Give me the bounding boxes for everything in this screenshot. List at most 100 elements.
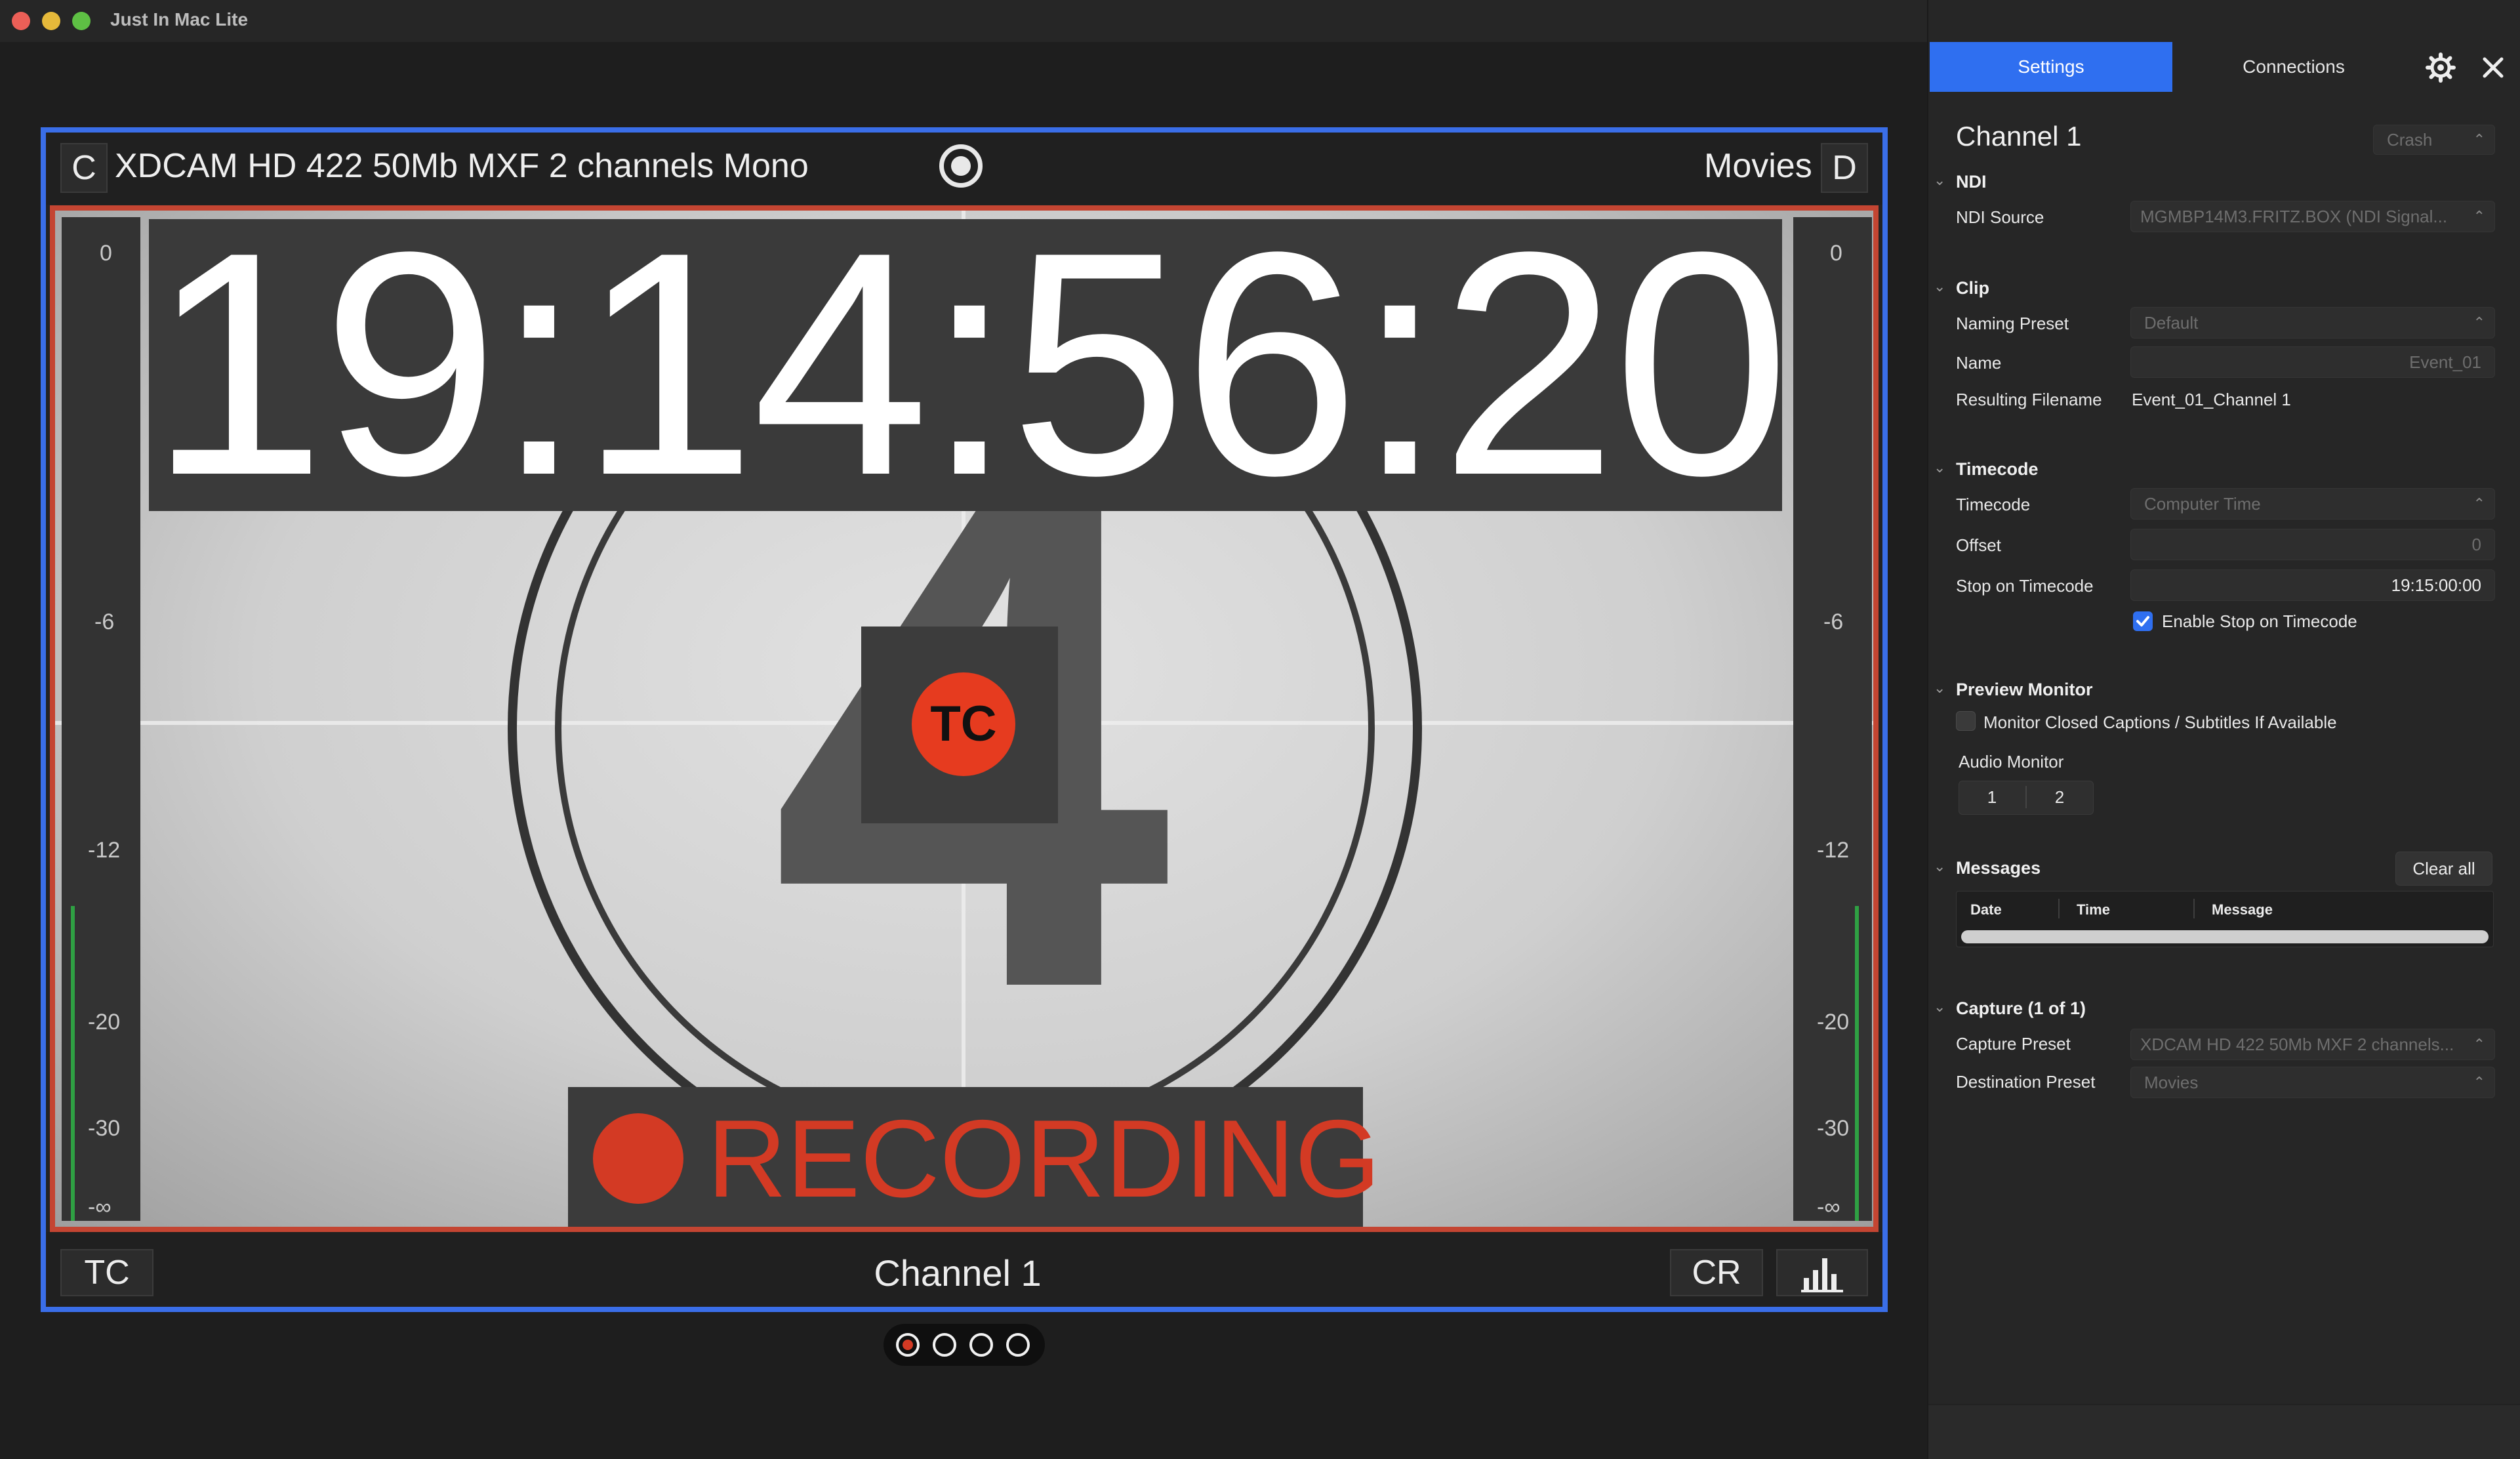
chevron-down-icon[interactable]: ⌄ bbox=[1934, 680, 1945, 697]
recording-dot-icon bbox=[593, 1113, 683, 1204]
destination-preset-value: Movies bbox=[2144, 1073, 2199, 1092]
column-header-time[interactable]: Time bbox=[2077, 901, 2110, 918]
stop-timecode-input[interactable]: 19:15:00:00 bbox=[2130, 569, 2495, 601]
chevron-down-icon[interactable]: ⌄ bbox=[1934, 459, 1945, 476]
chevron-down-icon[interactable]: ⌄ bbox=[1934, 172, 1945, 189]
channel-preset-value: Crash bbox=[2387, 130, 2433, 150]
tc-badge: TC bbox=[912, 672, 1015, 776]
left-letter-badge: C bbox=[60, 143, 108, 193]
title-bar bbox=[0, 0, 1927, 42]
section-capture[interactable]: Capture (1 of 1) bbox=[1956, 998, 2086, 1019]
resulting-filename-value: Event_01_Channel 1 bbox=[2132, 390, 2291, 409]
name-label: Name bbox=[1956, 353, 2002, 373]
pager-dot-3[interactable] bbox=[969, 1333, 993, 1357]
updown-arrows-icon: ⌃ bbox=[2473, 208, 2485, 224]
offset-input[interactable]: 0 bbox=[2130, 529, 2495, 560]
naming-preset-value: Default bbox=[2144, 313, 2199, 333]
meter-tick: 0 bbox=[1830, 241, 1842, 266]
audio-channel-1[interactable]: 1 bbox=[1959, 787, 2025, 808]
meter-tick: -6 bbox=[94, 609, 115, 634]
recording-label: RECORDING bbox=[707, 1097, 1381, 1220]
timecode-overlay: 19:14:56:20 bbox=[149, 211, 1790, 534]
zoom-window-button[interactable] bbox=[72, 12, 91, 30]
section-timecode[interactable]: Timecode bbox=[1956, 459, 2039, 480]
updown-arrows-icon: ⌃ bbox=[2473, 1036, 2485, 1052]
section-clip[interactable]: Clip bbox=[1956, 278, 1989, 298]
enable-stop-label: Enable Stop on Timecode bbox=[2162, 611, 2357, 631]
audio-monitor-label: Audio Monitor bbox=[1959, 752, 2064, 771]
updown-arrows-icon: ⌃ bbox=[2473, 314, 2485, 331]
record-icon-dot bbox=[951, 156, 971, 176]
window-title: Just In Mac Lite bbox=[110, 9, 249, 30]
video-preview: 4 0 -6 -12 -20 -30 -∞ 0 -6 -12 -20 -30 -… bbox=[50, 205, 1879, 1232]
pager-dot-4[interactable] bbox=[1006, 1333, 1030, 1357]
ndi-source-value: MGMBP14M3.FRITZ.BOX (NDI Signal... bbox=[2140, 207, 2448, 226]
naming-preset-label: Naming Preset bbox=[1956, 314, 2069, 333]
capture-preset-label: Capture Preset bbox=[1956, 1034, 2071, 1054]
timecode-source-label: Timecode bbox=[1956, 495, 2031, 514]
channel-name-label: Channel 1 bbox=[874, 1252, 1042, 1294]
bar-chart-icon[interactable] bbox=[1776, 1249, 1868, 1296]
meter-tick: -30 bbox=[1817, 1116, 1850, 1141]
audio-meter-right: 0 -6 -12 -20 -30 -∞ bbox=[1793, 217, 1872, 1221]
close-window-button[interactable] bbox=[12, 12, 30, 30]
name-input[interactable]: Event_01 bbox=[2130, 346, 2495, 378]
captions-checkbox[interactable] bbox=[1956, 711, 1976, 731]
capture-preset-select[interactable]: XDCAM HD 422 50Mb MXF 2 channels... ⌃ bbox=[2130, 1029, 2495, 1060]
meter-tick: -20 bbox=[88, 1010, 121, 1035]
panel-footer bbox=[1928, 1404, 2520, 1459]
ndi-source-select[interactable]: MGMBP14M3.FRITZ.BOX (NDI Signal... ⌃ bbox=[2130, 201, 2495, 232]
section-ndi[interactable]: NDI bbox=[1956, 172, 1987, 192]
meter-tick: 0 bbox=[100, 241, 112, 266]
column-header-date[interactable]: Date bbox=[1970, 901, 2002, 918]
timecode-toggle-button[interactable]: TC bbox=[60, 1249, 153, 1296]
minimize-window-button[interactable] bbox=[42, 12, 60, 30]
channel-title: Channel 1 bbox=[1956, 121, 2082, 152]
recording-overlay: RECORDING bbox=[568, 1087, 1381, 1227]
capture-preset-value: XDCAM HD 422 50Mb MXF 2 channels... bbox=[2140, 1035, 2454, 1054]
timecode-display: 19:14:56:20 bbox=[149, 205, 1790, 541]
ndi-source-label: NDI Source bbox=[1956, 207, 2044, 227]
destination-preset-label: Destination Preset bbox=[1956, 1072, 2096, 1092]
meter-tick: -∞ bbox=[88, 1195, 112, 1220]
gear-icon[interactable] bbox=[2426, 52, 2456, 86]
chevron-down-icon[interactable]: ⌄ bbox=[1934, 278, 1945, 295]
close-icon[interactable] bbox=[2481, 55, 2506, 83]
messages-scrollbar[interactable] bbox=[1961, 930, 2489, 943]
meter-tick: -30 bbox=[88, 1116, 121, 1141]
pager-dot-2[interactable] bbox=[933, 1333, 956, 1357]
pager-dot-1[interactable] bbox=[896, 1333, 920, 1357]
column-header-message[interactable]: Message bbox=[2212, 901, 2273, 918]
tab-settings[interactable]: Settings bbox=[1930, 42, 2172, 92]
column-divider bbox=[2193, 899, 2195, 918]
audio-channel-2[interactable]: 2 bbox=[2027, 787, 2092, 808]
meter-tick: -12 bbox=[1817, 838, 1850, 863]
meter-tick: -12 bbox=[88, 838, 121, 863]
resulting-filename-label: Resulting Filename bbox=[1956, 390, 2102, 409]
tab-connections[interactable]: Connections bbox=[2172, 42, 2415, 92]
section-messages[interactable]: Messages bbox=[1956, 858, 2041, 878]
updown-arrows-icon: ⌃ bbox=[2473, 1074, 2485, 1090]
destination-label: Movies bbox=[1704, 147, 1812, 185]
enable-stop-checkbox[interactable] bbox=[2133, 611, 2153, 631]
timecode-source-value: Computer Time bbox=[2144, 494, 2261, 514]
updown-arrows-icon: ⌃ bbox=[2473, 495, 2485, 512]
column-divider bbox=[2058, 899, 2060, 918]
chevron-down-icon[interactable]: ⌄ bbox=[1934, 998, 1945, 1016]
caption-toggle-button[interactable]: CR bbox=[1670, 1249, 1763, 1296]
audio-meter-left: 0 -6 -12 -20 -30 -∞ bbox=[62, 217, 140, 1221]
destination-preset-select[interactable]: Movies ⌃ bbox=[2130, 1067, 2495, 1098]
meter-tick: -6 bbox=[1823, 609, 1844, 634]
meter-tick: -∞ bbox=[1817, 1195, 1840, 1220]
channel-preset-select[interactable]: Crash ⌃ bbox=[2373, 125, 2495, 155]
naming-preset-select[interactable]: Default ⌃ bbox=[2130, 307, 2495, 339]
meter-level-left bbox=[71, 906, 75, 1221]
stop-timecode-label: Stop on Timecode bbox=[1956, 576, 2094, 596]
clear-all-button[interactable]: Clear all bbox=[2395, 852, 2492, 886]
offset-label: Offset bbox=[1956, 535, 2001, 555]
right-letter-badge: D bbox=[1821, 143, 1868, 193]
chevron-down-icon[interactable]: ⌄ bbox=[1934, 858, 1945, 875]
meter-level-right bbox=[1855, 906, 1859, 1221]
timecode-source-select[interactable]: Computer Time ⌃ bbox=[2130, 488, 2495, 520]
section-preview-monitor[interactable]: Preview Monitor bbox=[1956, 680, 2093, 700]
